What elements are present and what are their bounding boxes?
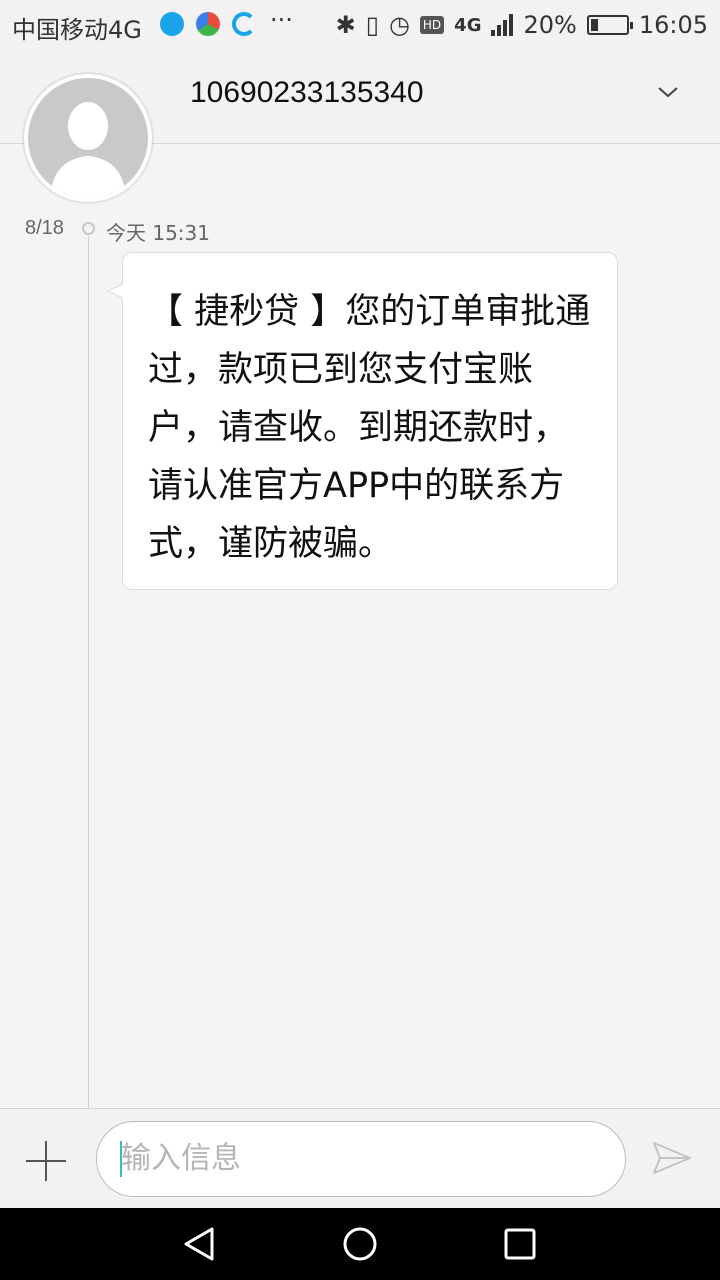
add-attachment-button[interactable]: [26, 1141, 66, 1181]
navigation-bar: [0, 1208, 720, 1280]
bluetooth-icon: ✱: [335, 11, 356, 39]
hd-voice-icon: HD: [419, 16, 445, 34]
message-input[interactable]: [96, 1121, 626, 1197]
person-silhouette-icon: [50, 102, 126, 198]
contact-number: 10690233135340: [190, 76, 424, 109]
more-notifications-icon: ···: [270, 6, 293, 34]
back-icon[interactable]: [182, 1226, 218, 1262]
alarm-icon: ◷: [388, 11, 410, 39]
home-icon[interactable]: [342, 1226, 378, 1262]
message-date: 8/18: [25, 217, 64, 239]
status-bar: 中国移动4G ··· ✱ ▯ ◷ HD 4G 20% 16:05: [0, 0, 720, 50]
carrier-label: 中国移动4G: [12, 16, 142, 44]
sync-app-icon: [232, 12, 256, 36]
timeline-line: [88, 236, 89, 1108]
text-caret: [120, 1141, 122, 1177]
timeline-dot: [82, 222, 95, 235]
battery-percent: 20%: [523, 11, 577, 39]
battery-fill: [590, 19, 598, 31]
message-text: 【 捷秒贷 】您的订单审批通过，款项已到您支付宝账户，请查收。到期还款时，请认准…: [148, 292, 591, 564]
signal-strength-icon: [491, 14, 514, 36]
battery-icon: [586, 15, 633, 35]
browser-app-icon: [160, 12, 184, 36]
chevron-down-icon[interactable]: [656, 80, 680, 104]
contact-avatar[interactable]: [24, 74, 152, 202]
message-bubble[interactable]: 【 捷秒贷 】您的订单审批通过，款项已到您支付宝账户，请查收。到期还款时，请认准…: [107, 252, 618, 590]
recent-apps-icon[interactable]: [502, 1226, 538, 1262]
clock: 16:05: [638, 11, 708, 39]
message-time: 今天 15:31: [106, 221, 210, 245]
network-type-label: 4G: [454, 14, 482, 36]
send-button[interactable]: [652, 1141, 692, 1175]
app-notification-icon: [196, 12, 220, 36]
composer-bar: [0, 1108, 720, 1208]
vibrate-icon: ▯: [365, 11, 379, 39]
